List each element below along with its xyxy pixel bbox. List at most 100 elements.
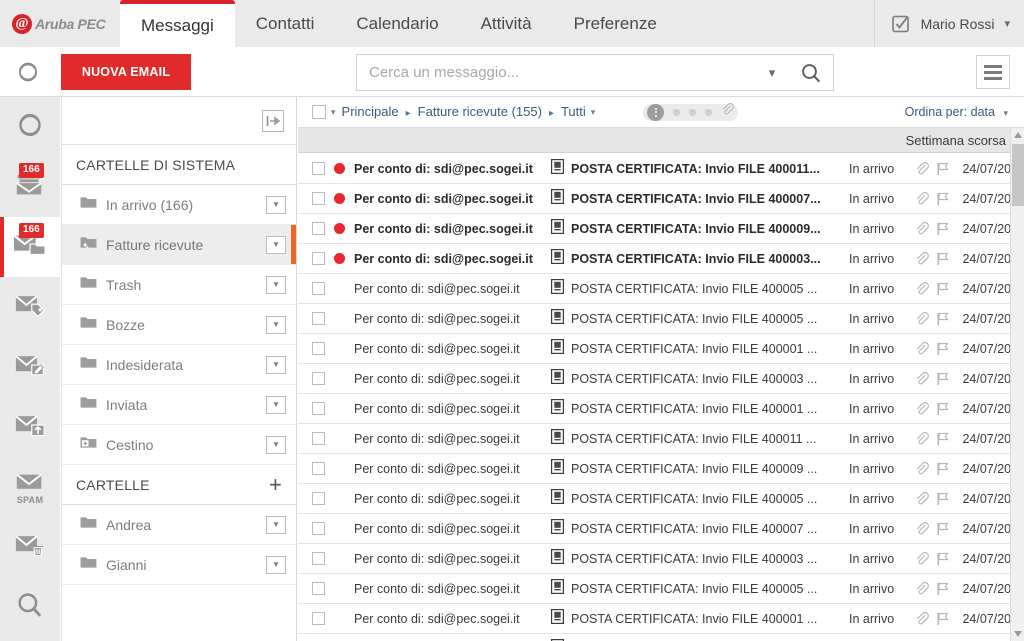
row-checkbox[interactable] bbox=[312, 162, 325, 175]
message-row[interactable]: Per conto di: sdi@pec.sogei.itPOSTA CERT… bbox=[298, 304, 1010, 334]
paperclip-icon[interactable] bbox=[911, 251, 933, 266]
row-checkbox[interactable] bbox=[312, 372, 325, 385]
breadcrumb-item[interactable]: Tutti bbox=[561, 104, 586, 119]
row-checkbox[interactable] bbox=[312, 582, 325, 595]
message-row[interactable]: Per conto di: sdi@pec.sogei.itPOSTA CERT… bbox=[298, 544, 1010, 574]
folder-row-in-arrivo[interactable]: In arrivo (166) ▼ bbox=[62, 185, 296, 225]
message-row[interactable]: Per conto di: sdi@pec.sogei.itPOSTA CERT… bbox=[298, 184, 1010, 214]
more-options-icon[interactable] bbox=[647, 103, 665, 121]
folder-row-indesiderata[interactable]: Indesiderata ▼ bbox=[62, 345, 296, 385]
row-checkbox[interactable] bbox=[312, 312, 325, 325]
paperclip-icon[interactable] bbox=[911, 431, 933, 446]
tab-contatti[interactable]: Contatti bbox=[235, 0, 336, 47]
new-email-button[interactable]: NUOVA EMAIL bbox=[61, 54, 191, 90]
row-checkbox[interactable] bbox=[312, 222, 325, 235]
flag-icon[interactable] bbox=[933, 162, 953, 176]
row-checkbox[interactable] bbox=[312, 612, 325, 625]
tab-attivit[interactable]: Attività bbox=[460, 0, 553, 47]
flag-icon[interactable] bbox=[933, 552, 953, 566]
folder-row-andrea[interactable]: Andrea ▼ bbox=[62, 505, 296, 545]
message-row[interactable]: Per conto di: sdi@pec.sogei.itPOSTA CERT… bbox=[298, 604, 1010, 634]
scroll-up-icon[interactable] bbox=[1011, 128, 1024, 142]
message-row[interactable]: Per conto di: sdi@pec.sogei.itPOSTA CERT… bbox=[298, 574, 1010, 604]
rail-item-drafts[interactable] bbox=[0, 337, 60, 397]
flag-icon[interactable] bbox=[933, 522, 953, 536]
scroll-down-icon[interactable] bbox=[1011, 627, 1024, 641]
chevron-down-icon[interactable]: ▾ bbox=[755, 65, 789, 81]
paperclip-icon[interactable] bbox=[911, 521, 933, 536]
flag-icon[interactable] bbox=[933, 372, 953, 386]
flag-icon[interactable] bbox=[933, 462, 953, 476]
row-checkbox[interactable] bbox=[312, 282, 325, 295]
rail-item-search[interactable] bbox=[0, 577, 60, 637]
folder-menu-chevron-down-icon[interactable]: ▼ bbox=[266, 435, 286, 454]
select-all-dropdown-icon[interactable]: ▾ bbox=[331, 107, 336, 118]
flag-icon[interactable] bbox=[933, 582, 953, 596]
filter-pill[interactable] bbox=[643, 103, 739, 121]
filter-dot-3[interactable] bbox=[705, 108, 713, 116]
folder-menu-chevron-down-icon[interactable]: ▼ bbox=[266, 515, 286, 534]
paperclip-icon[interactable] bbox=[911, 341, 933, 356]
folder-row-fatture-ricevute[interactable]: Fatture ricevute ▼ bbox=[62, 225, 296, 265]
rail-item-trash[interactable] bbox=[0, 517, 60, 577]
rail-item-spam[interactable]: SPAM bbox=[0, 457, 60, 517]
message-row[interactable]: Per conto di: sdi@pec.sogei.itPOSTA CERT… bbox=[298, 154, 1010, 184]
flag-icon[interactable] bbox=[933, 342, 953, 356]
message-row[interactable]: Per conto di: sdi@pec.sogei.itPOSTA CERT… bbox=[298, 514, 1010, 544]
hamburger-menu-icon[interactable] bbox=[976, 55, 1010, 89]
breadcrumb-item[interactable]: Fatture ricevute (155) bbox=[418, 104, 542, 119]
rail-item-sent[interactable] bbox=[0, 397, 60, 457]
rail-item-refresh[interactable] bbox=[0, 97, 60, 157]
row-checkbox[interactable] bbox=[312, 252, 325, 265]
folder-row-bozze[interactable]: Bozze ▼ bbox=[62, 305, 296, 345]
paperclip-icon[interactable] bbox=[911, 221, 933, 236]
message-row[interactable]: Per conto di: sdi@pec.sogei.itPOSTA CERT… bbox=[298, 424, 1010, 454]
folder-menu-chevron-down-icon[interactable]: ▼ bbox=[266, 235, 286, 254]
search-input[interactable] bbox=[357, 64, 755, 81]
tab-calendario[interactable]: Calendario bbox=[335, 0, 459, 47]
flag-icon[interactable] bbox=[933, 402, 953, 416]
sort-control[interactable]: Ordina per: data ▾ bbox=[905, 105, 1014, 119]
folder-menu-chevron-down-icon[interactable]: ▼ bbox=[266, 315, 286, 334]
paperclip-icon[interactable] bbox=[911, 611, 933, 626]
message-row[interactable]: Per conto di: sdi@pec.sogei.itPOSTA CERT… bbox=[298, 394, 1010, 424]
chevron-down-icon[interactable]: ▾ bbox=[1004, 17, 1010, 30]
rail-item-received-invoices[interactable]: 166 bbox=[0, 217, 60, 277]
paperclip-icon[interactable] bbox=[911, 371, 933, 386]
collapse-panel-icon[interactable] bbox=[262, 109, 284, 132]
select-all-checkbox[interactable] bbox=[312, 105, 326, 119]
message-row[interactable]: Per conto di: sdi@pec.sogei.itPOSTA CERT… bbox=[298, 484, 1010, 514]
rail-item-tagged[interactable] bbox=[0, 277, 60, 337]
user-name[interactable]: Mario Rossi bbox=[921, 16, 995, 32]
paperclip-icon[interactable] bbox=[911, 461, 933, 476]
row-checkbox[interactable] bbox=[312, 192, 325, 205]
checkbox-checked-icon[interactable] bbox=[891, 14, 911, 34]
paperclip-icon[interactable] bbox=[911, 281, 933, 296]
message-row[interactable]: Per conto di: sdi@pec.sogei.itPOSTA CERT… bbox=[298, 634, 1010, 641]
folder-menu-chevron-down-icon[interactable]: ▼ bbox=[266, 275, 286, 294]
message-row[interactable]: Per conto di: sdi@pec.sogei.itPOSTA CERT… bbox=[298, 244, 1010, 274]
filter-dropdown-icon[interactable]: ▾ bbox=[591, 107, 596, 118]
scrollbar-thumb[interactable] bbox=[1012, 144, 1024, 206]
folder-row-inviata[interactable]: Inviata ▼ bbox=[62, 385, 296, 425]
paperclip-icon[interactable] bbox=[721, 103, 735, 121]
row-checkbox[interactable] bbox=[312, 402, 325, 415]
row-checkbox[interactable] bbox=[312, 522, 325, 535]
flag-icon[interactable] bbox=[933, 432, 953, 446]
row-checkbox[interactable] bbox=[312, 552, 325, 565]
sort-value[interactable]: data bbox=[971, 105, 995, 119]
paperclip-icon[interactable] bbox=[911, 491, 933, 506]
flag-icon[interactable] bbox=[933, 252, 953, 266]
flag-icon[interactable] bbox=[933, 312, 953, 326]
message-row[interactable]: Per conto di: sdi@pec.sogei.itPOSTA CERT… bbox=[298, 214, 1010, 244]
tab-preferenze[interactable]: Preferenze bbox=[553, 0, 678, 47]
flag-icon[interactable] bbox=[933, 192, 953, 206]
breadcrumb-item[interactable]: Principale bbox=[342, 104, 399, 119]
folder-menu-chevron-down-icon[interactable]: ▼ bbox=[266, 355, 286, 374]
rail-item-inbox[interactable]: 166 bbox=[0, 157, 60, 217]
message-row[interactable]: Per conto di: sdi@pec.sogei.itPOSTA CERT… bbox=[298, 454, 1010, 484]
paperclip-icon[interactable] bbox=[911, 401, 933, 416]
folder-row-gianni[interactable]: Gianni ▼ bbox=[62, 545, 296, 585]
row-checkbox[interactable] bbox=[312, 492, 325, 505]
folder-menu-chevron-down-icon[interactable]: ▼ bbox=[266, 195, 286, 214]
